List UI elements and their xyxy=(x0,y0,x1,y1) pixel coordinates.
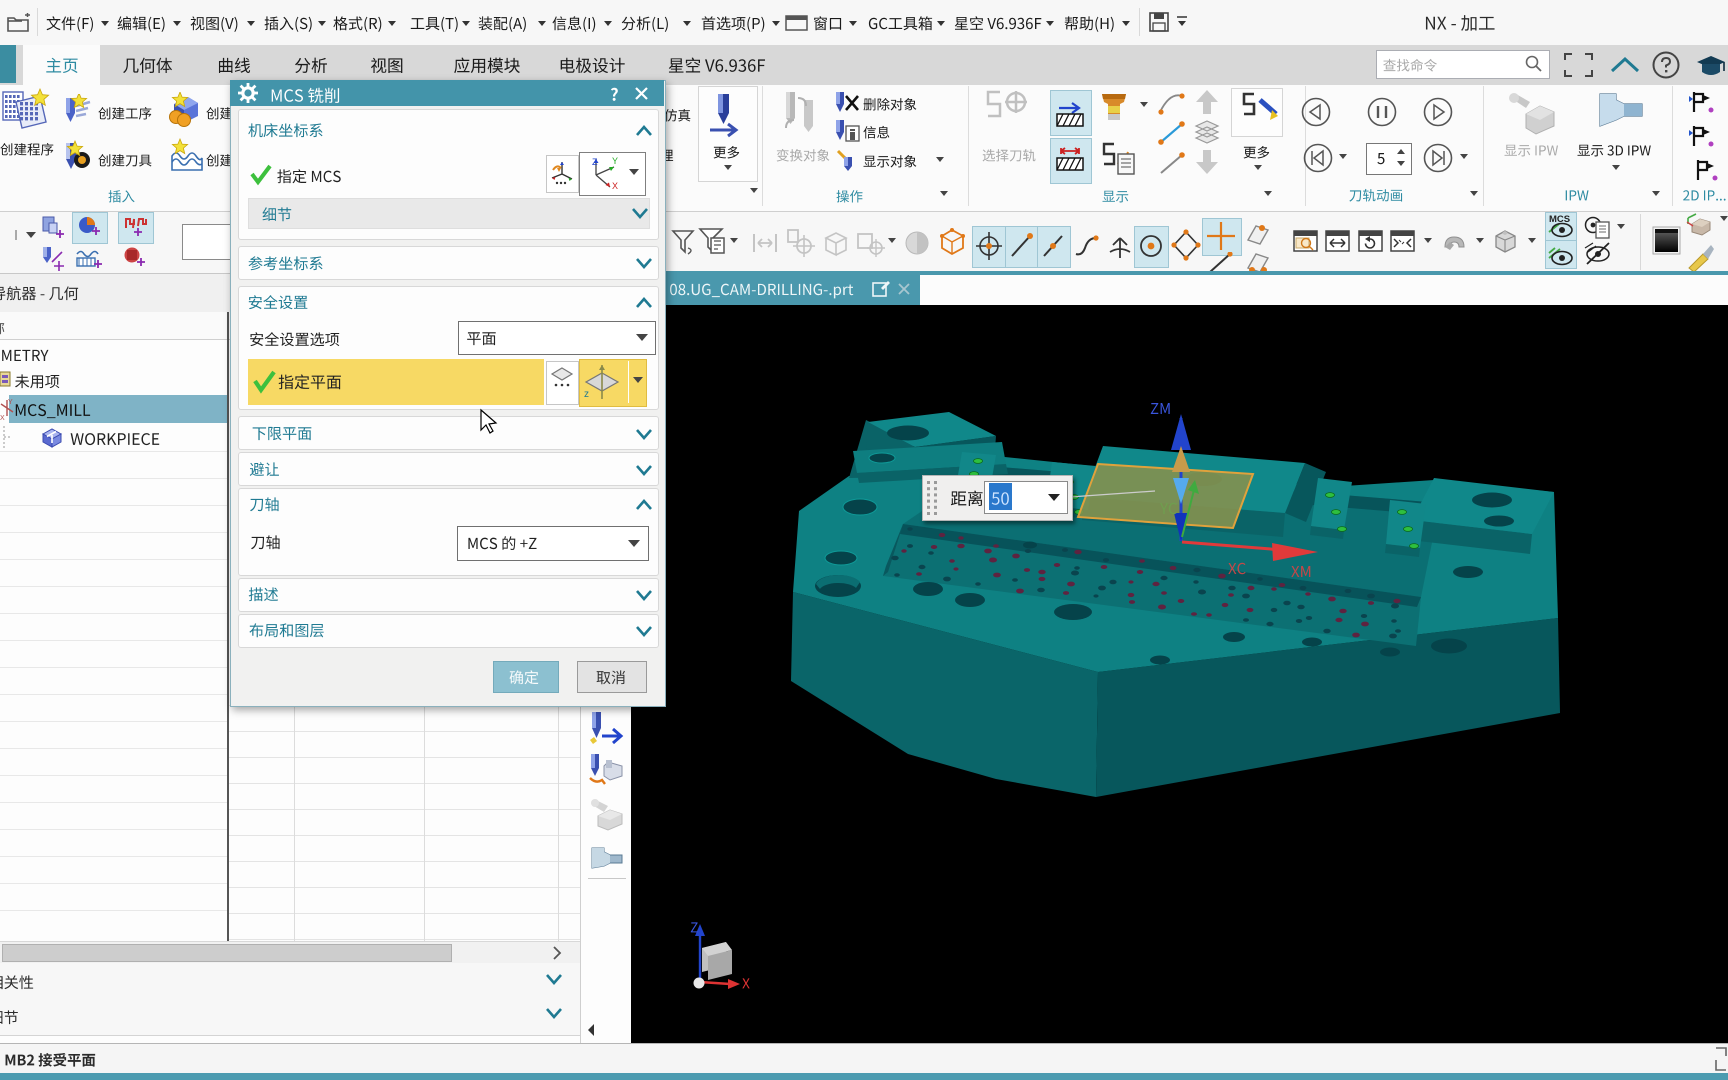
svg-text:Y: Y xyxy=(8,399,13,406)
svg-text:X: X xyxy=(612,181,618,191)
svg-text:Y: Y xyxy=(612,156,618,166)
svg-text:Z: Z xyxy=(592,157,598,167)
svg-text:X: X xyxy=(0,415,5,422)
svg-text:z: z xyxy=(584,389,589,400)
